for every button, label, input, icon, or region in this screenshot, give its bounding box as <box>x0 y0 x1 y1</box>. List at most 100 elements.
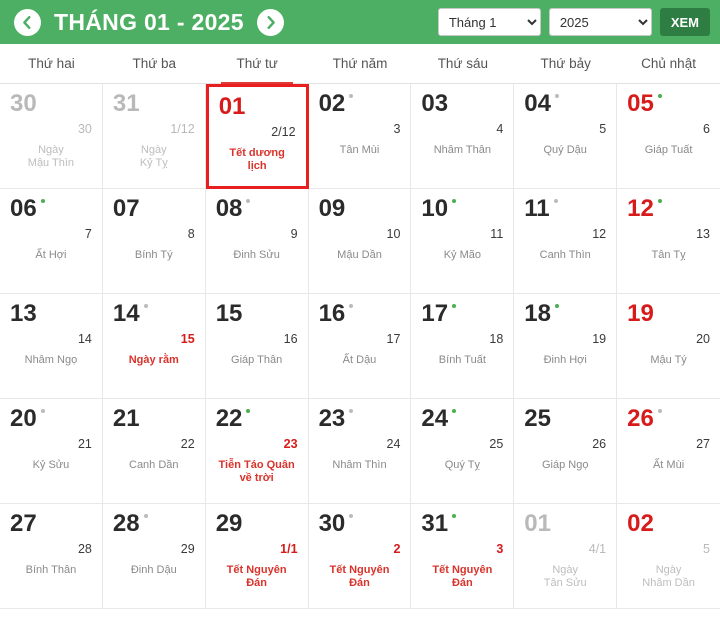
day-cell[interactable]: 30 30 Ngày Mậu Thìn <box>0 84 103 189</box>
lunar-day-number: 1/12 <box>170 122 195 136</box>
view-button[interactable]: XEM <box>659 8 710 36</box>
lunar-day-number: 23 <box>283 437 298 451</box>
day-number-row: 27 <box>10 512 92 536</box>
solar-day-number: 21 <box>112 405 140 432</box>
day-cell[interactable]: 01 2/12 Tết dương lịch <box>205 84 309 189</box>
solar-day-number: 08 <box>215 195 243 222</box>
day-cell[interactable]: 21 22 Canh Dần <box>102 399 206 504</box>
day-cell[interactable]: 07 8 Bính Tý <box>102 189 206 294</box>
day-cell[interactable]: 29 1/1 Tết Nguyên Đán <box>205 504 309 609</box>
day-cell[interactable]: 02 5 Ngày Nhâm Dần <box>617 504 720 609</box>
day-cell[interactable]: 05 6 Giáp Tuất <box>617 84 720 189</box>
day-note: Nhâm Thân <box>433 143 491 156</box>
day-note: Quý Tỵ <box>444 458 480 471</box>
year-select[interactable]: 2025 <box>548 8 652 36</box>
day-note: Ất Dậu <box>342 353 377 366</box>
day-note: Giáp Thân <box>231 353 283 366</box>
day-marker-dot-icon <box>452 409 457 413</box>
solar-day-number: 24 <box>421 405 449 432</box>
solar-day-number: 28 <box>112 510 140 537</box>
solar-day-number: 06 <box>10 195 37 222</box>
day-note: Tết dương lịch <box>229 146 285 173</box>
day-number-row: 31 <box>113 92 195 116</box>
weekday-header-3: Thứ năm <box>332 56 388 71</box>
day-cell[interactable]: 24 25 Quý Tỵ <box>411 399 515 504</box>
day-number-row: 21 <box>113 407 195 431</box>
day-cell[interactable]: 31 1/12 Ngày Kỷ Tỵ <box>102 84 206 189</box>
lunar-day-number: 5 <box>703 542 710 556</box>
lunar-day-number: 1/1 <box>280 542 298 556</box>
day-cell[interactable]: 25 26 Giáp Ngọ <box>514 399 618 504</box>
day-note: Giáp Ngọ <box>541 458 589 471</box>
day-note: Kỷ Sửu <box>32 458 70 471</box>
solar-day-number: 09 <box>318 195 346 222</box>
day-cell[interactable]: 18 19 Đinh Hợi <box>514 294 618 399</box>
day-note: Ngày rằm <box>128 353 179 366</box>
day-cell[interactable]: 15 16 Giáp Thân <box>205 294 309 399</box>
day-cell[interactable]: 03 4 Nhâm Thân <box>411 84 515 189</box>
day-number-row: 30 <box>319 512 401 536</box>
day-note: Đinh Hợi <box>543 353 587 366</box>
lunar-day-number: 10 <box>386 227 401 241</box>
day-cell[interactable]: 22 23 Tiễn Táo Quân về trời <box>205 399 309 504</box>
day-number-row: 16 <box>319 302 401 326</box>
day-marker-dot-icon <box>41 94 45 98</box>
day-cell[interactable]: 31 3 Tết Nguyên Đán <box>411 504 515 609</box>
next-month-button[interactable] <box>256 8 284 36</box>
day-cell[interactable]: 10 11 Kỷ Mão <box>411 189 515 294</box>
day-cell[interactable]: 04 5 Quý Dậu <box>514 84 618 189</box>
day-cell[interactable]: 16 17 Ất Dậu <box>308 294 412 399</box>
day-cell[interactable]: 27 28 Bính Thân <box>0 504 103 609</box>
prev-month-button[interactable] <box>14 8 41 36</box>
day-cell[interactable]: 30 2 Tết Nguyên Đán <box>308 504 412 609</box>
lunar-day-number: 20 <box>696 332 710 346</box>
day-cell[interactable]: 06 7 Ất Hợi <box>0 189 103 294</box>
solar-day-number: 31 <box>421 510 449 537</box>
lunar-day-number: 22 <box>180 437 195 451</box>
solar-day-number: 27 <box>10 510 37 537</box>
lunar-day-number: 15 <box>180 332 195 346</box>
lunar-day-number: 30 <box>77 122 92 136</box>
day-cell[interactable]: 12 13 Tân Tỵ <box>617 189 720 294</box>
day-cell[interactable]: 28 29 Đinh Dậu <box>102 504 206 609</box>
day-cell[interactable]: 26 27 Ất Mùi <box>617 399 720 504</box>
day-number-row: 22 <box>216 407 298 431</box>
day-marker-dot-icon <box>144 94 148 98</box>
day-cell[interactable]: 20 21 Kỷ Sửu <box>0 399 103 504</box>
page-title: THÁNG 01 - 2025 <box>54 8 244 35</box>
day-note: Tết Nguyên Đán <box>226 563 287 590</box>
day-note: Tân Tỵ <box>651 248 686 261</box>
month-select[interactable]: Tháng 1 <box>437 8 541 36</box>
lunar-day-number: 3 <box>393 122 401 136</box>
lunar-day-number: 11 <box>490 227 504 241</box>
day-number-row: 04 <box>524 92 606 116</box>
day-marker-dot-icon <box>657 409 662 413</box>
day-note: Mậu Dần <box>337 248 382 261</box>
day-note: Kỷ Mão <box>443 248 481 261</box>
day-marker-dot-icon <box>143 514 148 518</box>
day-note: Ngày Tân Sửu <box>543 563 587 590</box>
day-cell[interactable]: 01 4/1 Ngày Tân Sửu <box>514 504 618 609</box>
solar-day-number: 30 <box>10 90 37 117</box>
lunar-day-number: 17 <box>386 332 401 346</box>
solar-day-number: 22 <box>215 405 243 432</box>
day-cell[interactable]: 14 15 Ngày rằm <box>102 294 206 399</box>
day-marker-dot-icon <box>246 199 251 203</box>
day-cell[interactable]: 17 18 Bính Tuất <box>411 294 515 399</box>
solar-day-number: 01 <box>218 93 246 120</box>
day-cell[interactable]: 11 12 Canh Thìn <box>514 189 618 294</box>
day-cell[interactable]: 09 10 Mậu Dần <box>308 189 412 294</box>
lunar-day-number: 13 <box>696 227 710 241</box>
day-cell[interactable]: 19 20 Mậu Tý <box>617 294 720 399</box>
day-number-row: 24 <box>421 407 503 431</box>
day-cell[interactable]: 13 14 Nhâm Ngọ <box>0 294 103 399</box>
weekday-header-0: Thứ hai <box>28 56 75 71</box>
weekday-header-2: Thứ tư <box>206 44 309 83</box>
day-cell[interactable]: 02 3 Tân Mùi <box>308 84 412 189</box>
day-cell[interactable]: 08 9 Đinh Sửu <box>205 189 309 294</box>
lunar-day-number: 7 <box>84 227 92 241</box>
day-marker-dot-icon <box>349 409 354 413</box>
day-cell[interactable]: 23 24 Nhâm Thìn <box>308 399 412 504</box>
day-number-row: 05 <box>627 92 710 116</box>
day-number-row: 30 <box>10 92 92 116</box>
